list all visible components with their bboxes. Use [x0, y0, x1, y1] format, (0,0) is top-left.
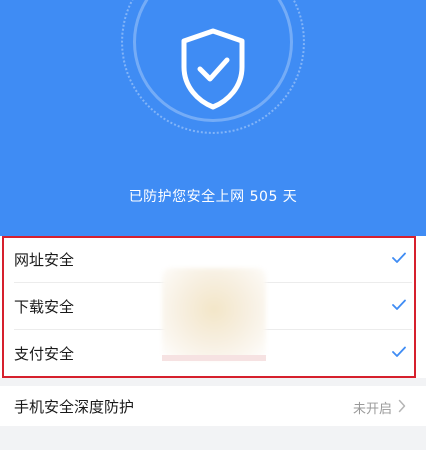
- deep-protection-label: 手机安全深度防护: [14, 398, 135, 416]
- url-security-label: 网址安全: [14, 251, 75, 269]
- check-icon: [392, 346, 406, 357]
- blurred-overlay: [162, 268, 266, 360]
- payment-security-label: 支付安全: [14, 345, 75, 363]
- deep-protection-row[interactable]: 手机安全深度防护 未开启: [0, 386, 426, 426]
- protection-days-text: 已防护您安全上网 505 天: [128, 189, 298, 205]
- deep-protection-status: 未开启: [353, 402, 393, 417]
- blurred-overlay-edge: [162, 355, 266, 361]
- download-security-label: 下载安全: [14, 298, 75, 316]
- check-icon: [392, 299, 406, 310]
- shield-check-icon: [181, 28, 245, 110]
- chevron-right-icon: [398, 399, 406, 413]
- protection-header: 已防护您安全上网 505 天: [0, 0, 426, 236]
- check-icon: [392, 252, 406, 263]
